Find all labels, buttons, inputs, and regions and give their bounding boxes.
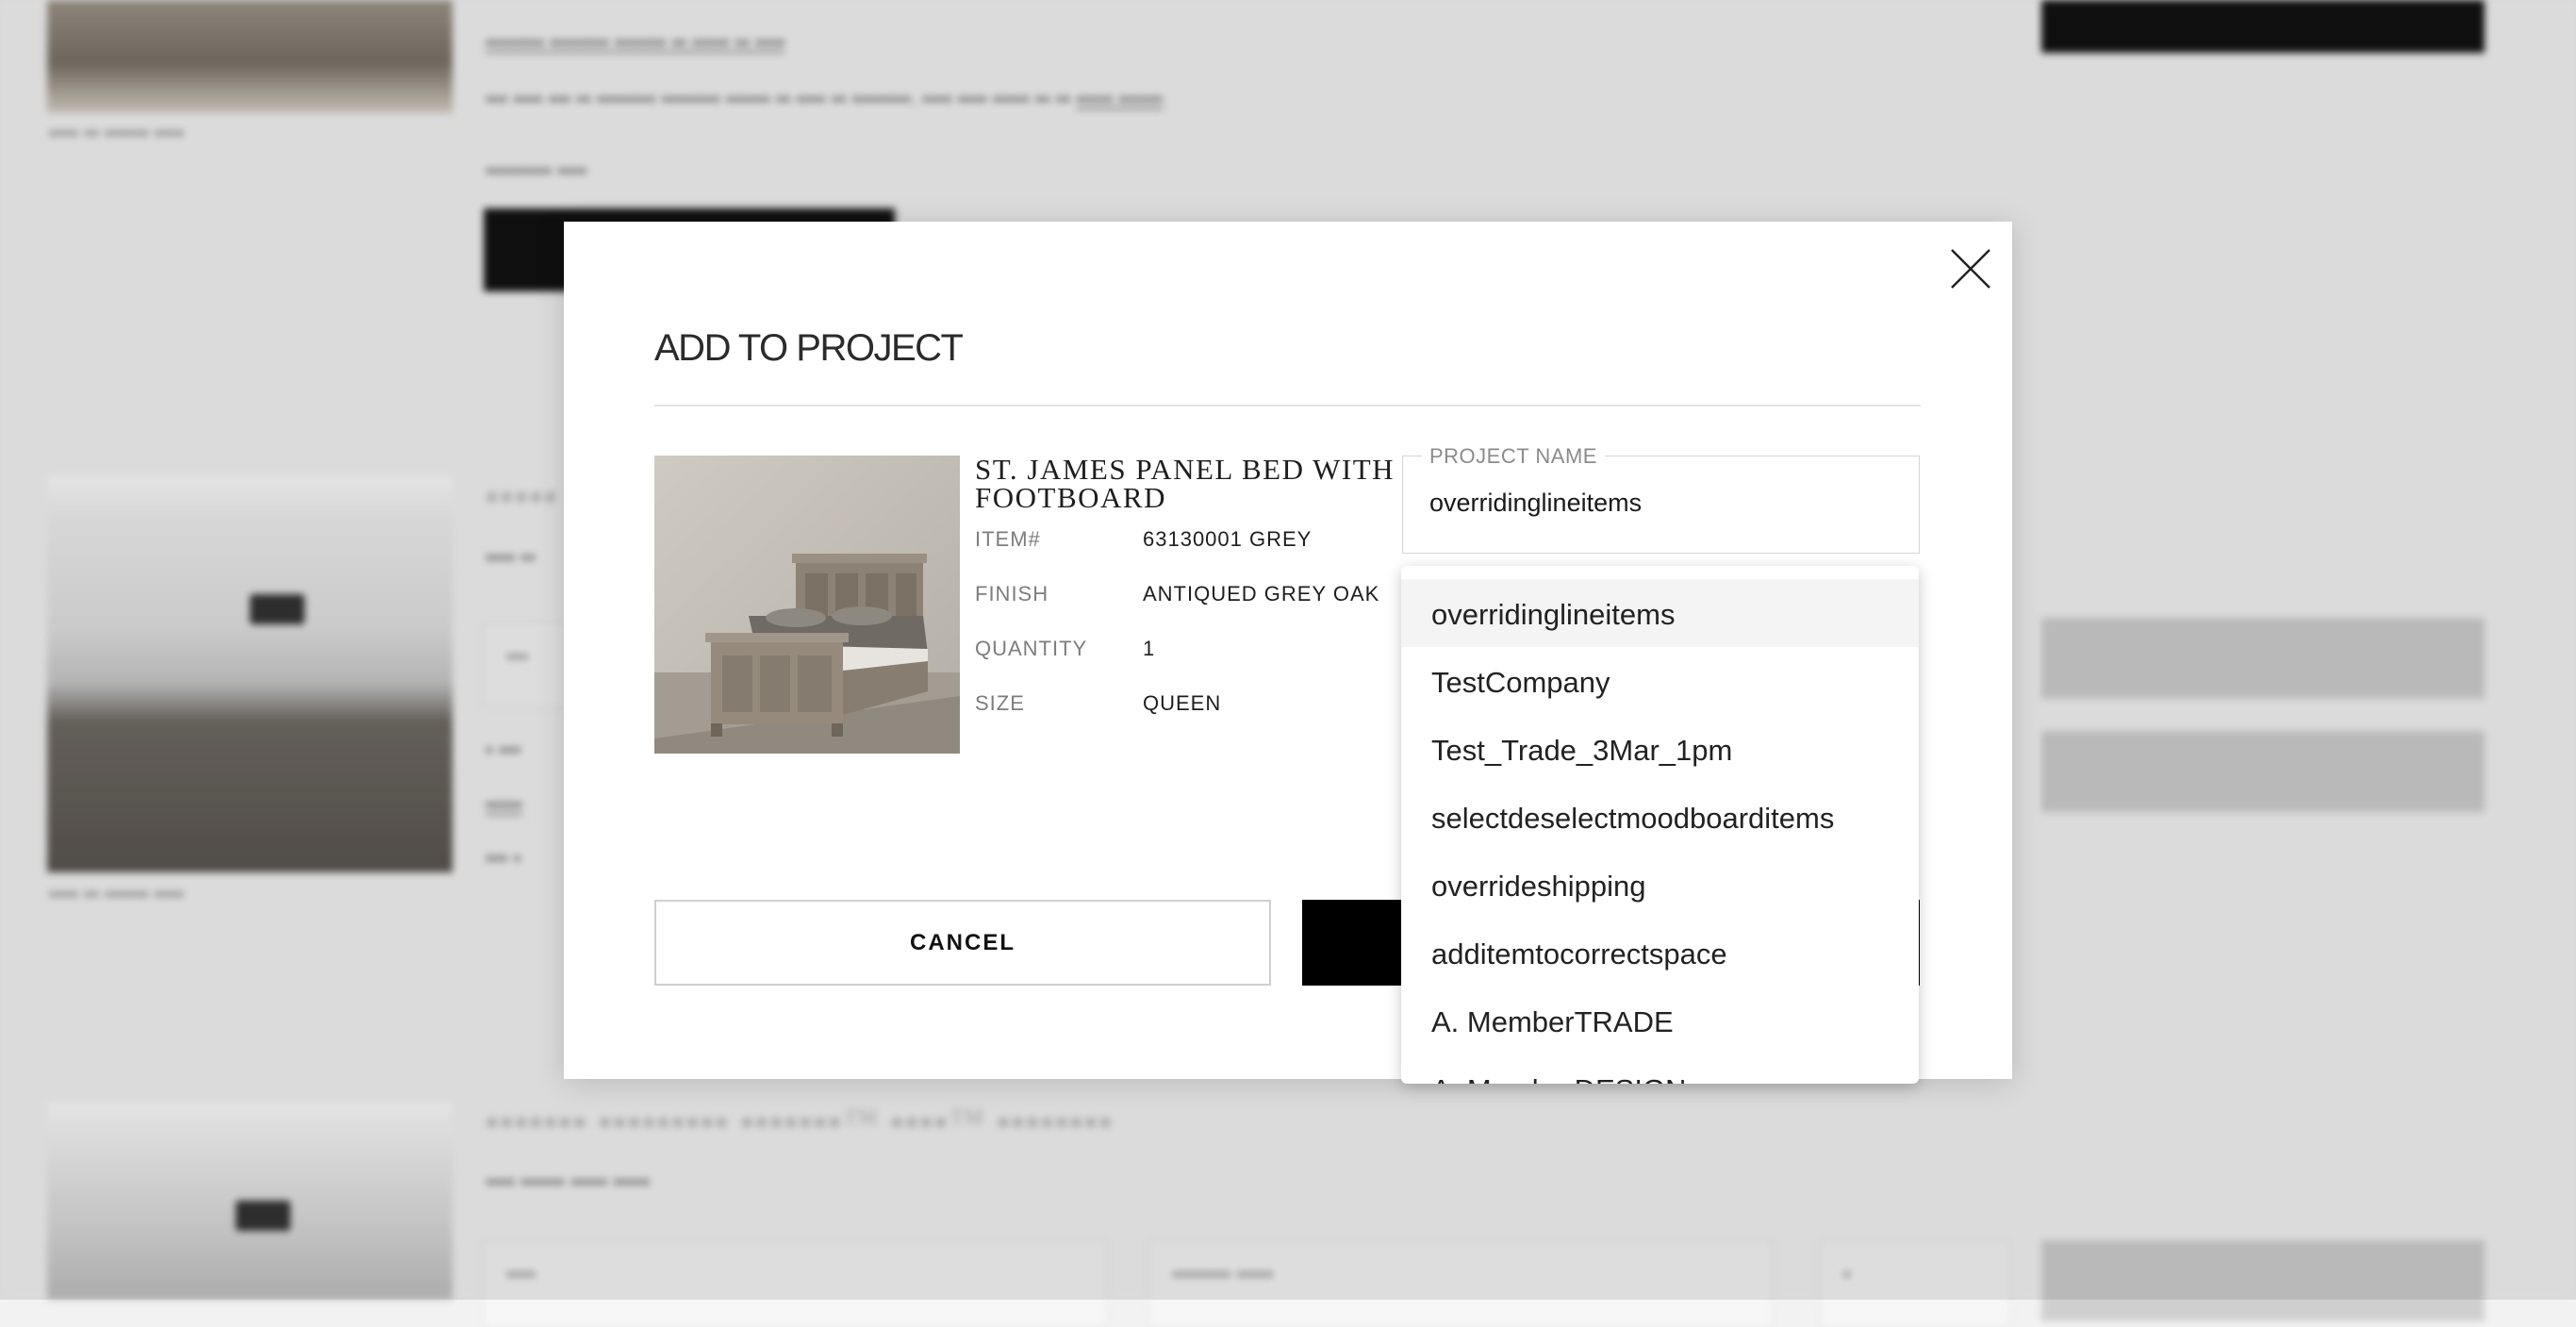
dropdown-option[interactable]: overrideshipping [1401, 851, 1919, 919]
product-name: ST. JAMES PANEL BED WITH FOOTBOARD [975, 453, 1395, 514]
product-image [654, 456, 960, 754]
spec-value: 63130001 GREY [1143, 527, 1313, 551]
spec-value: 1 [1143, 637, 1156, 660]
dropdown-option[interactable]: A. MemberTRADE [1401, 987, 1919, 1054]
spec-label: SIZE [975, 691, 1025, 715]
dropdown-option[interactable]: selectdeselectmoodboarditems [1401, 783, 1919, 851]
spec-label: QUANTITY [975, 637, 1088, 660]
dropdown-option[interactable]: TestCompany [1401, 647, 1919, 715]
spec-label: FINISH [975, 582, 1049, 605]
divider [654, 405, 1921, 406]
dropdown-option[interactable]: overridinglineitems [1401, 579, 1919, 647]
close-icon [1951, 249, 1990, 289]
project-name-label: PROJECT NAME [1422, 444, 1605, 469]
project-name-input[interactable] [1429, 489, 1882, 518]
dropdown-option[interactable]: additemtocorrectspace [1401, 919, 1919, 987]
bed-illustration [654, 456, 960, 754]
spec-value: ANTIQUED GREY OAK [1143, 582, 1380, 605]
spec-value: QUEEN [1143, 691, 1222, 715]
spec-label: ITEM# [975, 527, 1041, 551]
cancel-button[interactable]: CANCEL [654, 900, 1271, 986]
modal-title: ADD TO PROJECT [654, 327, 964, 369]
close-button[interactable] [1944, 242, 1997, 295]
dropdown-option[interactable]: Test_Trade_3Mar_1pm [1401, 715, 1919, 783]
dropdown-option[interactable]: A. MemberDESIGN [1401, 1054, 1919, 1084]
project-name-field[interactable]: PROJECT NAME [1402, 444, 1920, 554]
project-dropdown[interactable]: overridinglineitems TestCompany Test_Tra… [1401, 566, 1919, 1084]
